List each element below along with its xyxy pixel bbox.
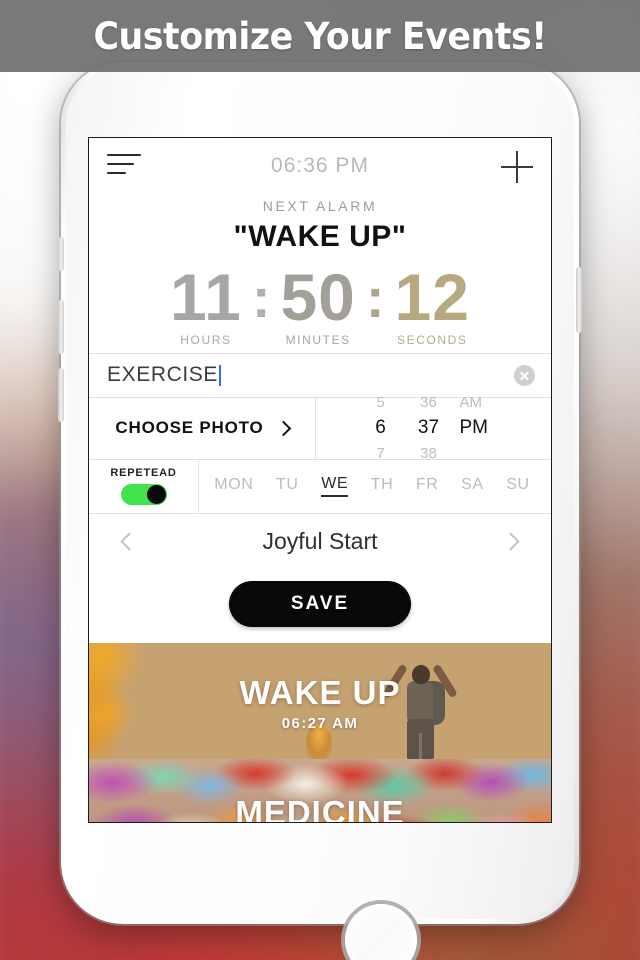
day-sa[interactable]: SA bbox=[461, 476, 484, 496]
alarm-card-medicine[interactable]: MEDICINE 06:33 PM bbox=[89, 758, 551, 823]
screenshot-stage: 06:36 PM NEXT ALARM "WAKE UP" 11 HOURS :… bbox=[0, 0, 640, 960]
tp-above-meridiem: AM bbox=[459, 394, 483, 412]
countdown-separator-2: : bbox=[365, 266, 385, 329]
app-screen: 06:36 PM NEXT ALARM "WAKE UP" 11 HOURS :… bbox=[88, 137, 552, 823]
text-caret bbox=[219, 364, 221, 386]
countdown-minutes-label: MINUTES bbox=[285, 332, 351, 347]
tp-selected-minute: 37 bbox=[417, 417, 440, 439]
countdown-hours-value: 11 bbox=[170, 260, 242, 334]
chevron-right-icon[interactable] bbox=[501, 531, 520, 551]
clear-text-icon[interactable] bbox=[514, 364, 535, 386]
day-su[interactable]: SU bbox=[506, 476, 529, 496]
phone-device: 06:36 PM NEXT ALARM "WAKE UP" 11 HOURS :… bbox=[58, 62, 582, 960]
countdown-timer: 11 HOURS : 50 MINUTES : 12 SECONDS bbox=[89, 260, 551, 353]
day-mon[interactable]: MON bbox=[214, 476, 253, 496]
choose-photo-button[interactable]: CHOOSE PHOTO bbox=[89, 397, 316, 459]
tp-below-meridiem bbox=[460, 445, 504, 462]
app-top-bar: 06:36 PM bbox=[89, 138, 551, 196]
countdown-seconds-label: SECONDS bbox=[396, 332, 468, 347]
alarm-card-wake-up[interactable]: WAKE UP 06:27 AM bbox=[89, 642, 551, 759]
volume-down-button[interactable] bbox=[58, 368, 64, 422]
repeat-toggle[interactable] bbox=[120, 484, 167, 506]
time-picker-row-selected[interactable]: 6 37 PM bbox=[316, 415, 551, 441]
time-picker-row-above[interactable]: 5 36 AM bbox=[316, 394, 551, 411]
tp-below-hour: 7 bbox=[376, 445, 385, 463]
repeat-label: REPETEAD bbox=[110, 467, 177, 480]
photo-time-row: CHOOSE PHOTO 5 36 AM 6 37 PM 7 38 bbox=[89, 394, 551, 462]
mute-switch-button[interactable] bbox=[58, 237, 64, 271]
day-tu[interactable]: TU bbox=[276, 476, 299, 496]
time-picker[interactable]: 5 36 AM 6 37 PM 7 38 bbox=[316, 394, 551, 462]
countdown-separator-1: : bbox=[251, 266, 271, 329]
medicine-card-text: MEDICINE 06:33 PM bbox=[89, 794, 551, 823]
countdown-minutes: 50 MINUTES bbox=[280, 260, 356, 347]
repeat-toggle-group[interactable]: REPETEAD bbox=[89, 459, 199, 513]
countdown-seconds-value: 12 bbox=[394, 260, 470, 334]
wake-up-card-time: 06:27 AM bbox=[281, 715, 359, 733]
day-th[interactable]: TH bbox=[371, 476, 394, 496]
promo-banner-text: Customize Your Events! bbox=[93, 14, 547, 58]
medicine-card-title: MEDICINE bbox=[235, 794, 405, 823]
tp-below-minute: 38 bbox=[420, 445, 437, 463]
time-picker-row-below[interactable]: 7 38 bbox=[316, 445, 551, 462]
next-alarm-section: NEXT ALARM "WAKE UP" bbox=[89, 198, 551, 254]
day-we[interactable]: WE bbox=[321, 475, 349, 498]
tp-above-hour: 5 bbox=[376, 394, 385, 412]
plus-icon[interactable] bbox=[501, 151, 533, 183]
sound-selector-row: Joyful Start bbox=[89, 512, 551, 569]
countdown-hours-label: HOURS bbox=[180, 332, 232, 347]
promo-banner: Customize Your Events! bbox=[0, 0, 640, 72]
current-time: 06:36 PM bbox=[271, 154, 369, 177]
alarm-name-value: EXERCISE bbox=[107, 363, 218, 387]
countdown-seconds: 12 SECONDS bbox=[394, 260, 470, 347]
day-fr[interactable]: FR bbox=[416, 476, 439, 496]
day-selector: MON TU WE TH FR SA SU bbox=[199, 475, 551, 498]
save-row: SAVE bbox=[89, 569, 551, 643]
chevron-right-icon bbox=[275, 420, 291, 436]
next-alarm-label: NEXT ALARM bbox=[262, 198, 378, 214]
countdown-minutes-value: 50 bbox=[280, 260, 356, 334]
repeat-row: REPETEAD MON TU WE TH FR SA SU bbox=[89, 458, 551, 513]
next-alarm-name: "WAKE UP" bbox=[233, 220, 407, 253]
alarm-name-field[interactable]: EXERCISE bbox=[89, 352, 551, 397]
wake-up-card-title: WAKE UP bbox=[239, 674, 401, 712]
countdown-hours: 11 HOURS bbox=[170, 260, 242, 347]
tp-selected-hour: 6 bbox=[375, 417, 386, 439]
tp-selected-meridiem: PM bbox=[459, 417, 489, 439]
save-button[interactable]: SAVE bbox=[229, 580, 411, 627]
wake-up-card-text: WAKE UP 06:27 AM bbox=[89, 674, 551, 732]
power-button[interactable] bbox=[576, 267, 582, 333]
sound-name: Joyful Start bbox=[262, 527, 378, 554]
choose-photo-label: CHOOSE PHOTO bbox=[115, 418, 264, 438]
volume-up-button[interactable] bbox=[58, 300, 64, 354]
chevron-left-icon[interactable] bbox=[120, 531, 139, 551]
tp-above-minute: 36 bbox=[420, 394, 437, 412]
toggle-knob bbox=[146, 485, 166, 505]
